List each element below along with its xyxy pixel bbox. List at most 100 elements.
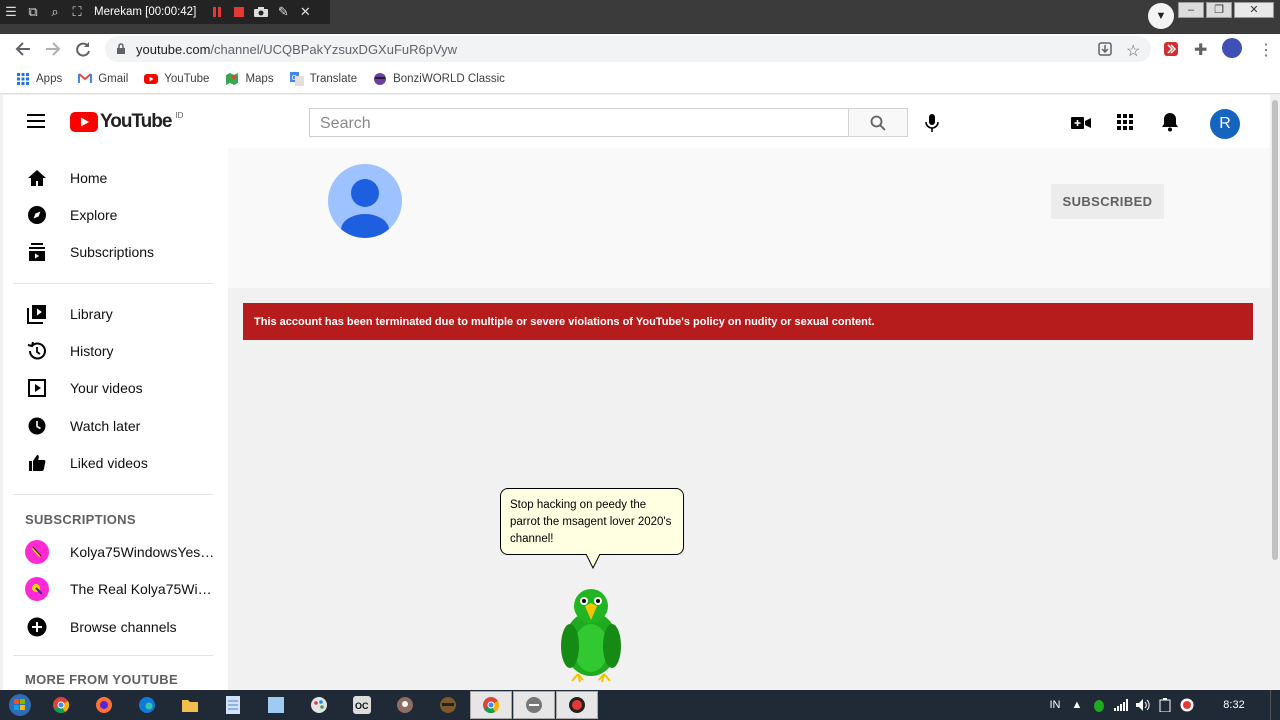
sidebar-item-label: Watch later [70, 417, 141, 434]
taskbar-chrome[interactable] [40, 691, 82, 719]
bookmark-label: Apps [36, 72, 63, 85]
pause-icon[interactable] [206, 0, 228, 24]
youtube-logo[interactable]: YouTube ID [70, 111, 183, 133]
taskbar-recorder[interactable] [556, 691, 598, 719]
start-button[interactable] [0, 690, 40, 720]
windows-orb-icon [9, 694, 31, 716]
sidebar-item-home[interactable]: Home [3, 159, 228, 196]
taskbar-explorer[interactable] [169, 691, 211, 719]
taskbar-edge[interactable] [126, 691, 168, 719]
sidebar-item-subscriptions[interactable]: Subscriptions [3, 233, 228, 270]
camera-icon[interactable] [250, 0, 272, 24]
tray-app-icon[interactable] [1088, 698, 1110, 712]
close-recorder-icon[interactable]: ✕ [294, 0, 316, 24]
page-viewport: YouTube ID Search R Home Explore Subscri… [3, 95, 1270, 690]
sidebar-item-explore[interactable]: Explore [3, 196, 228, 233]
sidebar-item-label: Browse channels [70, 618, 177, 635]
apps-icon[interactable] [1117, 114, 1133, 130]
menu-icon[interactable]: ☰ [0, 0, 22, 24]
channel-avatar [328, 164, 402, 238]
back-icon[interactable] [14, 40, 32, 58]
crop-icon[interactable]: ⛶ [66, 0, 88, 24]
pencil-icon[interactable]: ✎ [272, 0, 294, 24]
bookmark-maps[interactable]: Maps [225, 72, 274, 86]
compass-icon [25, 203, 49, 227]
channel-avatar [25, 576, 49, 601]
sidebar-item-your-videos[interactable]: Your videos [3, 369, 228, 406]
recording-label: Merekam [00:00:42] [94, 6, 197, 18]
svg-text:G: G [291, 75, 296, 82]
tray-expand-icon[interactable]: ▲ [1066, 699, 1088, 711]
sidebar-divider [13, 655, 213, 656]
minimize-button[interactable]: – [1178, 2, 1204, 18]
sidebar-item-label: Your videos [70, 379, 143, 396]
record-icon [569, 697, 585, 713]
recorder-tray-icon[interactable] [1176, 698, 1198, 712]
taskbar-chrome-active[interactable] [470, 691, 512, 719]
taskbar-msagent[interactable] [513, 691, 555, 719]
clock[interactable]: 8:32 [1198, 699, 1270, 711]
youtube-masthead: YouTube ID Search R [3, 95, 1270, 148]
search-input[interactable]: Search [309, 108, 849, 137]
show-desktop-button[interactable] [1270, 690, 1280, 720]
create-video-icon[interactable] [1071, 116, 1091, 130]
sidebar-item-history[interactable]: History [3, 332, 228, 369]
more-vert-icon[interactable]: ⋮ [1258, 40, 1274, 60]
chevron-down-icon[interactable]: ▼ [1148, 3, 1174, 29]
account-avatar[interactable]: R [1210, 109, 1240, 139]
subscriptions-heading: SUBSCRIPTIONS [25, 512, 136, 527]
reload-icon[interactable] [74, 40, 92, 58]
taskbar-paint[interactable] [298, 691, 340, 719]
battery-icon[interactable] [1154, 698, 1176, 712]
extension-red-icon[interactable] [1163, 41, 1179, 57]
sidebar-divider [13, 283, 213, 284]
speech-bubble-tail [586, 554, 600, 570]
sidebar-item-library[interactable]: Library [3, 295, 228, 332]
restore-button[interactable]: ❐ [1206, 2, 1232, 18]
region-select-icon[interactable]: ⌕ [44, 0, 66, 24]
search-button[interactable] [848, 108, 908, 137]
puzzle-icon[interactable]: ✚ [1194, 40, 1207, 60]
taskbar-firefox[interactable] [83, 691, 125, 719]
subscribed-button[interactable]: SUBSCRIBED [1051, 184, 1164, 219]
speech-bubble: Stop hacking on peedy the parrot the msa… [500, 488, 684, 555]
language-indicator[interactable]: IN [1044, 699, 1066, 711]
profile-avatar-icon[interactable] [1222, 38, 1242, 58]
volume-icon[interactable] [1132, 699, 1154, 711]
recorder-toolbar: ☰ ⧉ ⌕ ⛶ Merekam [00:00:42] ✎ ✕ [0, 0, 330, 24]
hamburger-menu-icon[interactable] [27, 114, 45, 128]
bookmark-youtube[interactable]: YouTube [144, 72, 209, 86]
sidebar-item-label: Liked videos [70, 454, 148, 471]
forward-icon[interactable] [44, 40, 62, 58]
stop-icon[interactable] [228, 0, 250, 24]
scrollbar-thumb[interactable] [1272, 100, 1278, 560]
sidebar-item-subscription-1[interactable]: Kolya75WindowsYes… [3, 533, 228, 570]
bookmark-bonziworld[interactable]: BonziWORLD Classic [373, 72, 505, 86]
microphone-icon[interactable] [925, 113, 939, 133]
window-mode-icon[interactable]: ⧉ [22, 0, 44, 24]
peedy-parrot-agent[interactable] [556, 586, 626, 686]
subscriptions-icon [25, 240, 49, 264]
taskbar-app-generic[interactable] [384, 691, 426, 719]
taskbar-notepad[interactable] [212, 691, 254, 719]
taskbar-sticky-notes[interactable] [255, 691, 297, 719]
bonzi-icon [373, 72, 387, 86]
star-icon[interactable]: ☆ [1126, 41, 1140, 61]
bookmark-apps[interactable]: Apps [16, 72, 62, 86]
network-icon[interactable] [1110, 699, 1132, 711]
close-window-button[interactable]: ✕ [1234, 2, 1274, 18]
bookmarks-bar: Apps Gmail YouTube Maps G Translate Bonzi… [0, 64, 1280, 94]
taskbar-bonzi[interactable] [427, 691, 469, 719]
url-host: youtube.com [136, 42, 211, 57]
bookmark-gmail[interactable]: Gmail [78, 72, 128, 86]
lock-icon[interactable] [116, 43, 126, 55]
taskbar-oc-app[interactable]: OC [341, 691, 383, 719]
sidebar-item-label: History [70, 342, 114, 359]
bell-icon[interactable] [1161, 112, 1179, 132]
bookmark-translate[interactable]: G Translate [289, 71, 357, 86]
sidebar-item-subscription-2[interactable]: The Real Kolya75Wi… [3, 570, 228, 607]
install-icon[interactable] [1097, 41, 1113, 57]
sidebar-item-watch-later[interactable]: Watch later [3, 407, 228, 444]
sidebar-item-browse-channels[interactable]: Browse channels [3, 608, 228, 645]
sidebar-item-liked-videos[interactable]: Liked videos [3, 444, 228, 481]
